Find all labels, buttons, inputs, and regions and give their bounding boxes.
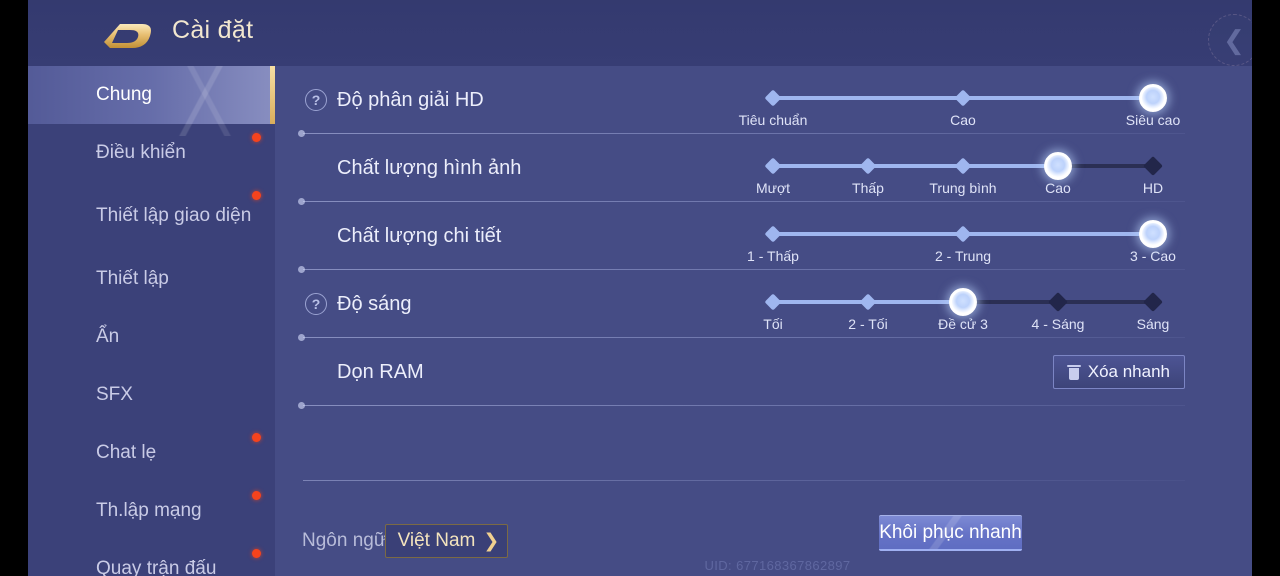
notification-badge: [252, 549, 261, 558]
notification-badge: [252, 491, 261, 500]
slider-track-fill: [773, 164, 1058, 168]
sidebar-item-2[interactable]: Thiết lập giao diện: [0, 182, 275, 250]
slider-tick-label: Cao: [1045, 180, 1071, 196]
notification-badge: [252, 133, 261, 142]
settings-row-label: Độ sáng: [337, 292, 412, 315]
settings-row-label: Chất lượng hình ảnh: [337, 156, 522, 179]
sidebar-item-1[interactable]: Điều khiển: [0, 124, 275, 182]
settings-row: Chất lượng chi tiết 1 - Thấp 2 - Trung 3 - …: [275, 202, 1280, 273]
footer-divider: [303, 480, 1185, 481]
slider-thumb[interactable]: [1139, 220, 1167, 248]
slider-tick[interactable]: [764, 225, 782, 243]
slider-tick-label: 2 - Tối: [848, 316, 888, 332]
slider-tick-label: Trung bình: [929, 180, 997, 196]
sidebar-item-label: Th.lập mạng: [96, 500, 202, 522]
uid-text: UID: 677168367862897: [704, 558, 851, 573]
sidebar-item-label: Quay trận đấu: [96, 558, 217, 576]
sidebar-item-label: Ẩn: [96, 326, 120, 348]
notification-badge: [252, 191, 261, 200]
sidebar-item-label: Chat lẹ: [96, 442, 157, 464]
sidebar-item-8[interactable]: Quay trận đấu: [0, 540, 275, 576]
row-divider: [298, 402, 1185, 409]
sidebar-item-4[interactable]: Ẩn: [0, 308, 275, 366]
settings-row: Dọn RAM Xóa nhanh: [275, 338, 1280, 409]
settings-slider[interactable]: 1 - Thấp 2 - Trung 3 - Cao: [747, 220, 1176, 266]
clear-ram-button-label: Xóa nhanh: [1087, 362, 1170, 381]
slider-tick-label: 1 - Thấp: [747, 248, 799, 264]
slider-tick-label: Tiêu chuẩn: [738, 112, 808, 128]
letterbox-right: [1252, 0, 1280, 576]
slider-tick-label: Cao: [950, 112, 976, 128]
settings-slider[interactable]: Mượt Thấp Trung bình Cao HD: [756, 152, 1163, 198]
settings-row-label: Chất lượng chi tiết: [337, 224, 502, 247]
slider-tick-label: Siêu cao: [1125, 112, 1181, 128]
notification-badge: [252, 433, 261, 442]
slider-tick-label: Tối: [763, 316, 783, 332]
settings-screen: Cài đặt ❮ Chung Điều khiển Thiết lập giao …: [0, 0, 1280, 576]
footer: Ngôn ngữ Việt Nam ❯ UID: 677168367862897: [275, 480, 1280, 576]
slider-tick-label: 4 - Sáng: [1031, 316, 1085, 332]
slider-tick[interactable]: [954, 89, 972, 107]
slider-tick[interactable]: [1143, 292, 1163, 312]
sidebar-item-label: Thiết lập: [96, 268, 169, 290]
sidebar-item-label: Chung: [96, 84, 152, 106]
sidebar-item-0[interactable]: Chung: [0, 60, 275, 136]
sidebar-item-label: Thiết lập giao diện: [96, 205, 252, 227]
language-setting: Ngôn ngữ Việt Nam ❯: [302, 524, 509, 558]
slider-thumb[interactable]: [1139, 84, 1167, 112]
slider-tick-label: 3 - Cao: [1130, 248, 1176, 264]
sidebar-item-label: SFX: [96, 384, 133, 406]
slider-tick-label: Mượt: [755, 180, 791, 196]
collapse-glyph: ❮: [1223, 24, 1245, 55]
slider-tick[interactable]: [859, 293, 877, 311]
slider-tick-label: HD: [1142, 180, 1164, 196]
settings-row-label: Độ phân giải HD: [337, 88, 484, 111]
slider-tick-label: Đề cử 3: [938, 316, 988, 332]
slider-tick[interactable]: [859, 157, 877, 175]
settings-row: Chất lượng hình ảnh Mượt Thấp Trung bình Cao…: [275, 134, 1280, 205]
settings-row: ? Độ sáng Tối 2 - Tối Đề cử 3 4 - Sáng Sáng: [275, 270, 1280, 341]
page-title: Cài đặt: [172, 16, 254, 44]
sidebar: Chung Điều khiển Thiết lập giao diện Thiết …: [0, 60, 275, 576]
slider-tick[interactable]: [954, 157, 972, 175]
slider-thumb[interactable]: [949, 288, 977, 316]
slider-tick-label: 2 - Trung: [934, 248, 992, 264]
slider-tick-label: Sáng: [1136, 316, 1170, 332]
sidebar-item-6[interactable]: Chat lẹ: [0, 424, 275, 482]
chevron-right-icon: ❯: [483, 530, 500, 552]
slider-tick[interactable]: [1048, 292, 1068, 312]
slider-tick[interactable]: [764, 89, 782, 107]
slider-tick[interactable]: [954, 225, 972, 243]
app-header: Cài đặt: [0, 0, 1280, 66]
game-logo-icon: [96, 14, 156, 54]
restore-defaults-button[interactable]: Khôi phục nhanh: [879, 515, 1022, 551]
sidebar-item-3[interactable]: Thiết lập: [0, 250, 275, 308]
slider-tick[interactable]: [764, 293, 782, 311]
settings-row: ? Độ phân giải HD Tiêu chuẩn Cao Siêu cao: [275, 66, 1280, 137]
slider-tick[interactable]: [764, 157, 782, 175]
settings-slider[interactable]: Tối 2 - Tối Đề cử 3 4 - Sáng Sáng: [763, 288, 1169, 334]
language-value: Việt Nam: [397, 530, 476, 551]
slider-tick-label: Thấp: [852, 180, 884, 196]
sidebar-item-label: Điều khiển: [96, 142, 186, 164]
clear-ram-button[interactable]: Xóa nhanh: [1052, 355, 1185, 389]
settings-slider[interactable]: Tiêu chuẩn Cao Siêu cao: [739, 84, 1180, 130]
help-icon[interactable]: ?: [305, 89, 327, 111]
slider-tick[interactable]: [1143, 156, 1163, 176]
sidebar-item-7[interactable]: Th.lập mạng: [0, 482, 275, 540]
slider-thumb[interactable]: [1044, 152, 1072, 180]
letterbox-left: [0, 0, 28, 576]
language-select[interactable]: Việt Nam ❯: [384, 524, 509, 558]
trash-icon: [1066, 364, 1081, 380]
help-icon[interactable]: ?: [305, 293, 327, 315]
language-label: Ngôn ngữ: [302, 530, 387, 551]
settings-row-label: Dọn RAM: [337, 360, 424, 383]
sidebar-item-5[interactable]: SFX: [0, 366, 275, 424]
